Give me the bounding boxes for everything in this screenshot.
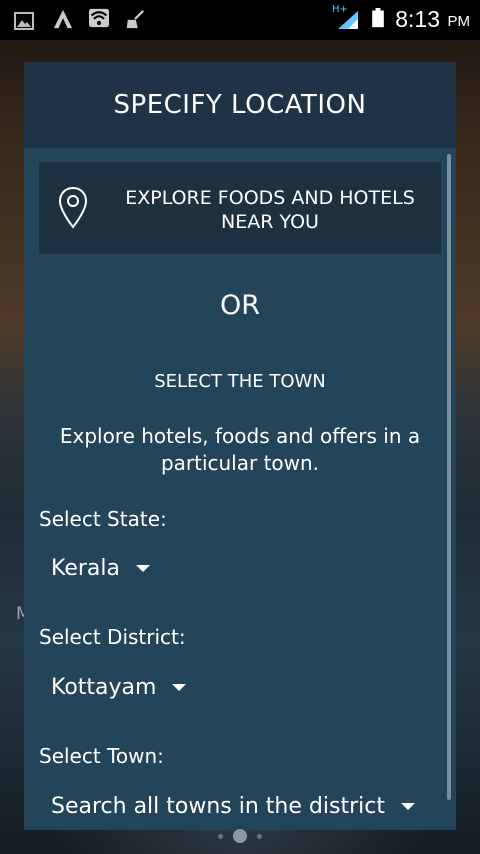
town-value: Search all towns in the district [51,794,385,819]
state-label: Select State: [39,507,167,531]
dropdown-arrow-icon [136,565,150,572]
district-label: Select District: [39,625,186,649]
dialog-title: SPECIFY LOCATION [24,62,456,148]
signal-icon [338,11,358,29]
dropdown-arrow-icon [400,803,415,810]
dialog-scrollbar[interactable] [447,154,451,800]
state-value: Kerala [51,556,120,581]
dropdown-arrow-icon [172,684,187,691]
clock-ampm: PM [447,13,471,30]
page-dot-active [233,829,247,843]
explore-nearby-label: EXPLORE FOODS AND HOTELS NEAR YOU [125,187,415,233]
district-value: Kottayam [51,675,157,700]
specify-location-dialog: SPECIFY LOCATION EXPLORE FOODS AND HOTEL… [24,62,456,830]
district-dropdown[interactable]: Kottayam [51,675,187,700]
select-town-heading: SELECT THE TOWN [154,371,326,392]
battery-icon [372,8,384,28]
status-bar: H+ 8:13 PM [0,0,480,40]
town-label: Select Town: [39,744,164,768]
wifi-icon [89,8,109,28]
or-separator: OR [219,290,260,321]
app-a-icon [53,9,73,29]
gallery-icon [14,12,34,30]
explore-nearby-button[interactable]: EXPLORE FOODS AND HOTELS NEAR YOU [39,162,441,254]
town-dropdown[interactable]: Search all towns in the district [51,794,415,819]
page-dot [218,833,223,839]
explore-town-description: Explore hotels, foods and offers in a pa… [59,424,421,475]
location-pin-icon [58,186,88,229]
state-dropdown[interactable]: Kerala [51,556,150,581]
page-indicator [0,829,480,843]
clock-time: 8:13 [395,6,440,32]
page-dot [257,833,262,839]
broom-icon [126,10,144,29]
